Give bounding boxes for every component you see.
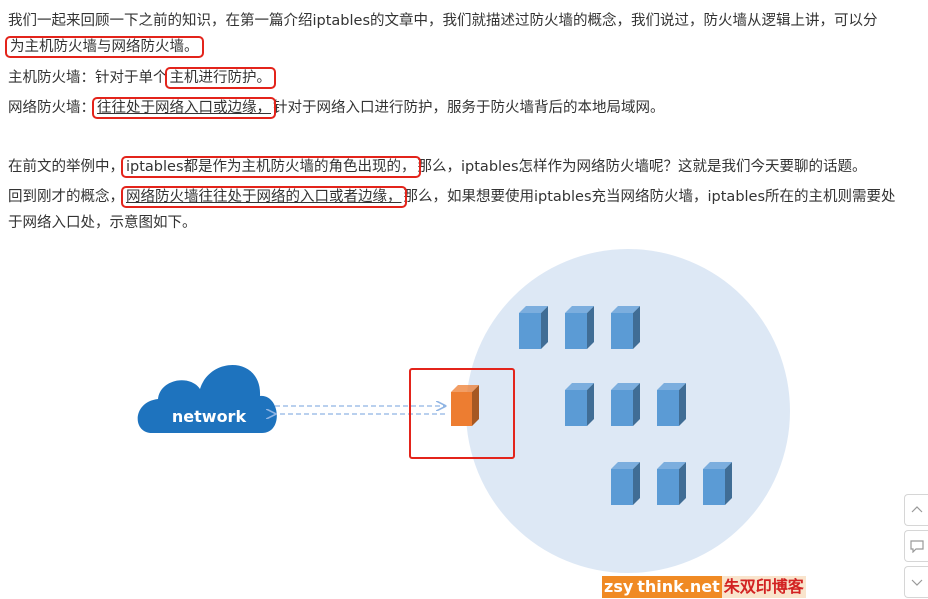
host-7-icon [611, 462, 640, 505]
host-1-icon [519, 306, 548, 349]
cloud-label: network [172, 407, 247, 426]
watermark-part-3: 朱双印博客 [721, 576, 806, 598]
highlight-host-protection: 主机进行防护。 [164, 67, 276, 89]
watermark-part-1: zsy [602, 576, 636, 598]
paragraph-4: 在前文的举例中， iptables都是作为主机防火墙的角色出现的， 那么，iptab… [8, 154, 867, 180]
paragraph-5-line-1: 回到刚才的概念， 网络防火墙往往处于网络的入口或者边缘， 那么，如果想要使用ipta… [8, 184, 896, 210]
network-firewall-diagram: network [137, 249, 790, 573]
paragraph-2: 主机防火墙：针对于单个 主机进行防护。 [8, 65, 276, 91]
host-4-icon [565, 383, 594, 426]
host-9-icon [703, 462, 732, 505]
highlight-iptables-host-role: iptables都是作为主机防火墙的角色出现的， [121, 156, 421, 178]
paragraph-3-suffix: 针对于网络入口进行防护，服务于防火墙背后的本地局域网。 [273, 100, 665, 116]
host-2-icon [565, 306, 594, 349]
paragraph-3-prefix: 网络防火墙： [8, 100, 95, 116]
paragraph-1-line-1: 我们一起来回顾一下之前的知识，在第一篇介绍iptables的文章中，我们就描述过… [8, 8, 878, 34]
highlight-network-edge: 往往处于网络入口或边缘， [92, 97, 276, 119]
host-5-icon [611, 383, 640, 426]
paragraph-5-line-2: 于网络入口处，示意图如下。 [8, 210, 197, 236]
highlight-host-and-network-firewall: 为主机防火墙与网络防火墙。 [5, 36, 204, 58]
highlight-network-firewall-edge: 网络防火墙往往处于网络的入口或者边缘， [121, 186, 407, 208]
scroll-down-button[interactable] [904, 566, 928, 598]
firewall-host-icon [451, 385, 479, 426]
chevron-down-icon [911, 579, 922, 586]
paragraph-5-suffix: 那么，如果想要使用iptables充当网络防火墙，iptables所在的主机则需… [403, 189, 896, 205]
cloud-icon: network [137, 365, 277, 433]
paragraph-1-text: 我们一起来回顾一下之前的知识，在第一篇介绍iptables的文章中，我们就描述过… [8, 13, 878, 29]
paragraph-5-line2: 于网络入口处，示意图如下。 [8, 215, 197, 231]
watermark-part-2: think.net [635, 576, 722, 598]
paragraph-4-prefix: 在前文的举例中， [8, 159, 124, 175]
scroll-up-button[interactable] [904, 494, 928, 526]
comment-icon [909, 540, 924, 553]
paragraph-1-line-2: 为主机防火墙与网络防火墙。 [5, 34, 204, 60]
chevron-up-icon [911, 506, 922, 513]
paragraph-4-suffix: 那么，iptables怎样作为网络防火墙呢？这就是我们今天要聊的话题。 [417, 159, 867, 175]
host-3-icon [611, 306, 640, 349]
host-6-icon [657, 383, 686, 426]
paragraph-5-prefix: 回到刚才的概念， [8, 189, 124, 205]
comment-button[interactable] [904, 530, 928, 562]
paragraph-2-prefix: 主机防火墙：针对于单个 [8, 70, 168, 86]
host-8-icon [657, 462, 686, 505]
paragraph-3: 网络防火墙： 往往处于网络入口或边缘， 针对于网络入口进行防护，服务于防火墙背后的本… [8, 95, 665, 121]
site-watermark: zsy think.net 朱双印博客 [598, 576, 810, 598]
